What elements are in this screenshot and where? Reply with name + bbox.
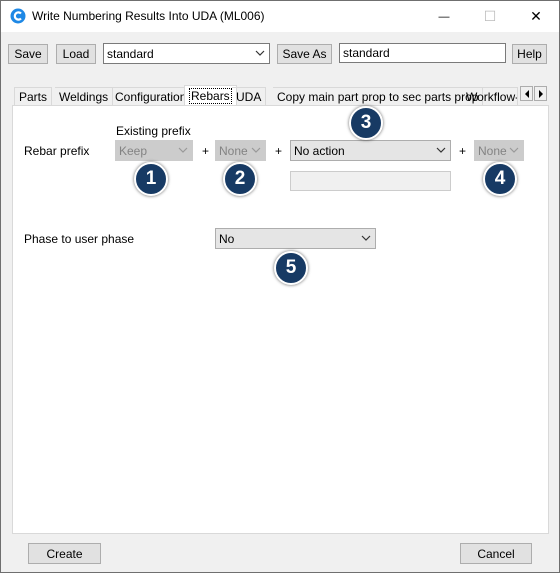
tab-workflow-label: Workflow-s [466,90,517,104]
rebars-panel [12,105,549,534]
cancel-button-label: Cancel [477,546,515,561]
plus-separator: + [275,144,283,158]
callout-badge-5: 5 [274,251,308,285]
tab-copy-main-part-prop-label: Copy main part prop to sec parts prop [277,90,479,104]
prefix-action-select[interactable]: No action [290,140,451,161]
cancel-button[interactable]: Cancel [460,543,532,564]
dialog-window: Write Numbering Results Into UDA (ML006)… [0,0,560,573]
tab-configuration[interactable]: Configuration [111,87,192,106]
phase-to-user-phase-value: No [219,231,235,246]
existing-prefix-label: Existing prefix [116,124,191,138]
close-button[interactable]: ✕ [513,1,559,32]
save-as-name-value: standard [343,46,390,60]
callout-badge-4: 4 [483,162,517,196]
save-button[interactable]: Save [8,44,48,64]
plus-separator: + [202,144,210,158]
tab-configuration-label: Configuration [115,90,187,104]
minimize-icon: — [438,10,450,23]
window-title: Write Numbering Results Into UDA (ML006) [32,9,265,23]
tab-workflow[interactable]: Workflow-s [462,87,518,106]
chevron-down-icon [361,235,371,241]
prefix-part-4-select[interactable]: None [474,140,524,161]
maximize-button[interactable]: ☐ [467,1,513,32]
prefix-part-2-value: None [219,143,248,158]
save-button-label: Save [14,47,42,61]
close-icon: ✕ [530,8,542,24]
create-button-label: Create [46,546,83,561]
prefix-action-text-input[interactable] [290,171,451,191]
tab-copy-main-part-prop[interactable]: Copy main part prop to sec parts prop [273,87,484,106]
tab-uda[interactable]: UDA [232,87,267,106]
callout-badge-3: 3 [349,106,383,140]
help-button[interactable]: Help [512,44,547,64]
tab-rebars-label: Rebars [189,88,232,104]
maximize-icon: ☐ [483,8,497,24]
tab-scroll-left-button[interactable] [520,86,533,101]
load-button[interactable]: Load [56,44,96,64]
chevron-down-icon [436,147,446,153]
chevron-down-icon [255,50,265,56]
callout-badge-2: 2 [223,162,257,196]
tab-rebars[interactable]: Rebars [184,85,237,106]
phase-to-user-phase-select[interactable]: No [215,228,376,249]
plus-separator: + [459,144,467,158]
load-button-label: Load [62,47,90,61]
callout-badge-1: 1 [134,162,168,196]
settings-select[interactable]: standard [103,43,270,64]
chevron-down-icon [251,147,261,153]
save-as-button-label: Save As [282,47,327,61]
app-icon [10,8,26,24]
existing-prefix-value: Keep [119,143,148,158]
create-button[interactable]: Create [28,543,101,564]
chevron-down-icon [178,147,188,153]
tab-uda-label: UDA [236,90,262,104]
minimize-button[interactable]: — [421,1,467,32]
prefix-part-2-select[interactable]: None [215,140,266,161]
tab-parts-label: Parts [19,90,48,104]
chevron-left-icon [524,89,529,98]
tab-parts[interactable]: Parts [14,87,53,106]
chevron-right-icon [538,89,543,98]
existing-prefix-select[interactable]: Keep [115,140,193,161]
tab-scroll-right-button[interactable] [534,86,547,101]
settings-select-value: standard [107,46,154,61]
help-button-label: Help [517,47,542,61]
tab-weldings[interactable]: Weldings [55,87,114,106]
phase-to-user-phase-label: Phase to user phase [24,232,135,246]
save-as-name-input[interactable]: standard [339,43,506,63]
save-as-button[interactable]: Save As [277,44,332,64]
rebar-prefix-label: Rebar prefix [24,144,90,158]
prefix-action-value: No action [294,143,345,158]
chevron-down-icon [509,147,519,153]
title-bar: Write Numbering Results Into UDA (ML006)… [1,1,559,32]
prefix-part-4-value: None [478,143,507,158]
tab-weldings-label: Weldings [59,90,109,104]
